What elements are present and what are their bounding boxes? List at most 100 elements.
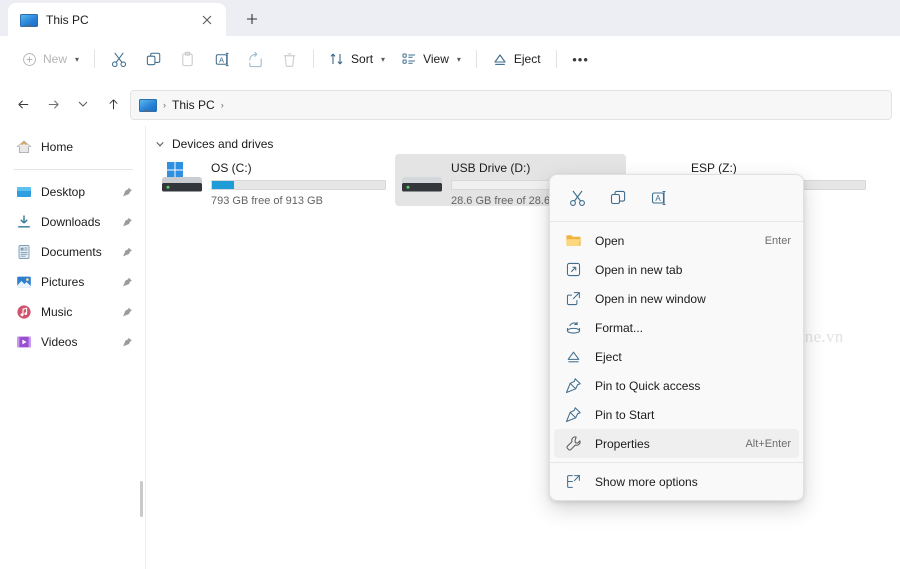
sidebar-label: Music xyxy=(41,305,73,319)
devices-and-drives-group-header[interactable]: Devices and drives xyxy=(155,137,273,151)
drive-name: OS (C:) xyxy=(211,161,252,175)
close-icon[interactable] xyxy=(196,9,218,31)
back-button[interactable] xyxy=(8,89,38,119)
sidebar-item-desktop[interactable]: Desktop xyxy=(4,177,141,207)
folder-icon xyxy=(564,232,582,250)
toolbar-divider-4 xyxy=(555,50,557,68)
breadcrumb-this-pc[interactable]: This PC xyxy=(172,98,215,112)
context-item-open-in-new-window[interactable]: Open in new window xyxy=(554,284,799,313)
drive-tile-os-c[interactable]: OS (C:) 793 GB free of 913 GB xyxy=(155,154,386,207)
context-item-accel: Alt+Enter xyxy=(745,437,791,450)
sidebar-item-music[interactable]: Music xyxy=(4,297,141,327)
context-rename-button[interactable]: A xyxy=(640,182,676,214)
context-item-properties[interactable]: Properties Alt+Enter xyxy=(554,429,799,458)
command-bar: New ▾ A Sort ▾ View ▾ Eject ••• xyxy=(0,36,900,82)
recent-locations-button[interactable] xyxy=(68,89,98,119)
clipboard-icon xyxy=(179,51,196,68)
breadcrumb[interactable]: › This PC › xyxy=(130,90,892,120)
rename-icon: A xyxy=(213,51,230,68)
downloads-icon xyxy=(16,214,32,230)
new-button[interactable]: New ▾ xyxy=(14,44,87,74)
documents-icon xyxy=(16,244,32,260)
toolbar-divider-3 xyxy=(475,50,477,68)
up-button[interactable] xyxy=(98,89,128,119)
pin-icon[interactable] xyxy=(122,307,133,318)
forward-button[interactable] xyxy=(38,89,68,119)
eject-button[interactable]: Eject xyxy=(484,44,549,74)
context-item-open[interactable]: Open Enter xyxy=(554,226,799,255)
breadcrumb-separator: › xyxy=(163,100,166,110)
context-copy-button[interactable] xyxy=(600,182,636,214)
sidebar-label: Downloads xyxy=(41,215,101,229)
sort-button[interactable]: Sort ▾ xyxy=(321,44,393,74)
share-button[interactable] xyxy=(238,44,272,74)
pin-icon[interactable] xyxy=(122,187,133,198)
drive-usage-bar xyxy=(211,180,386,190)
context-menu-toolbar: A xyxy=(550,175,803,221)
pin-icon[interactable] xyxy=(122,247,133,258)
sidebar-item-downloads[interactable]: Downloads xyxy=(4,207,141,237)
address-bar: › This PC › xyxy=(0,82,900,126)
context-item-label: Eject xyxy=(595,349,622,364)
toolbar-divider-2 xyxy=(313,50,315,68)
context-item-pin-to-start[interactable]: Pin to Start xyxy=(554,400,799,429)
context-item-label: Open in new tab xyxy=(595,262,683,277)
chevron-down-icon: ▾ xyxy=(456,54,461,64)
title-bar: This PC xyxy=(0,0,900,36)
new-button-label: New xyxy=(43,52,68,66)
svg-text:A: A xyxy=(219,55,225,64)
chevron-down-icon: ▾ xyxy=(381,54,386,64)
navigation-pane: Home Desktop Downloads Documents Picture… xyxy=(0,126,146,569)
copy-button[interactable] xyxy=(136,44,170,74)
usb-drive-icon xyxy=(399,158,447,202)
more-options-button[interactable]: ••• xyxy=(564,44,598,74)
sidebar-item-videos[interactable]: Videos xyxy=(4,327,141,357)
eject-triangle-icon xyxy=(492,51,508,67)
paste-button[interactable] xyxy=(170,44,204,74)
group-title: Devices and drives xyxy=(172,137,274,151)
chevron-down-icon[interactable] xyxy=(155,139,165,149)
rename-icon: A xyxy=(649,189,667,207)
pin-icon[interactable] xyxy=(122,277,133,288)
format-disk-icon xyxy=(564,319,582,337)
svg-text:A: A xyxy=(655,194,661,203)
new-window-icon xyxy=(564,290,582,308)
sidebar-label: Home xyxy=(41,140,74,154)
context-item-show-more-options[interactable]: Show more options xyxy=(554,467,799,496)
sidebar-item-home[interactable]: Home xyxy=(4,132,141,162)
drive-capacity-text: 793 GB free of 913 GB xyxy=(211,195,323,207)
pin-icon xyxy=(564,406,582,424)
context-item-label: Format... xyxy=(595,320,644,335)
new-tab-button[interactable] xyxy=(238,6,266,32)
this-pc-monitor-icon xyxy=(20,12,36,28)
cut-button[interactable] xyxy=(102,44,136,74)
eject-button-label: Eject xyxy=(513,52,541,66)
rename-button[interactable]: A xyxy=(204,44,238,74)
context-item-format[interactable]: Format... xyxy=(554,313,799,342)
pin-icon[interactable] xyxy=(122,337,133,348)
context-item-pin-to-quick-access[interactable]: Pin to Quick access xyxy=(554,371,799,400)
drive-name: ESP (Z:) xyxy=(691,161,737,175)
delete-button[interactable] xyxy=(272,44,306,74)
context-cut-button[interactable] xyxy=(560,182,596,214)
sidebar-item-pictures[interactable]: Pictures xyxy=(4,267,141,297)
pin-icon xyxy=(564,377,582,395)
sidebar-item-documents[interactable]: Documents xyxy=(4,237,141,267)
pin-icon[interactable] xyxy=(122,217,133,228)
breadcrumb-separator-2[interactable]: › xyxy=(221,100,224,110)
context-menu: A Open Enter Open in new tab Open in new… xyxy=(549,174,804,501)
tab-label: This PC xyxy=(46,12,89,27)
tab-this-pc[interactable]: This PC xyxy=(8,3,226,36)
sidebar-scrollbar[interactable] xyxy=(140,481,143,517)
context-menu-items: Open Enter Open in new tab Open in new w… xyxy=(550,222,803,462)
context-item-label: Open xyxy=(595,233,625,248)
context-item-eject[interactable]: Eject xyxy=(554,342,799,371)
view-button-label: View xyxy=(423,52,449,66)
context-item-open-in-new-tab[interactable]: Open in new tab xyxy=(554,255,799,284)
toolbar-divider xyxy=(94,50,96,68)
view-button[interactable]: View ▾ xyxy=(393,44,469,74)
context-item-label: Properties xyxy=(595,436,650,451)
sidebar-label: Videos xyxy=(41,335,78,349)
share-icon xyxy=(247,51,264,68)
pictures-icon xyxy=(16,274,32,290)
